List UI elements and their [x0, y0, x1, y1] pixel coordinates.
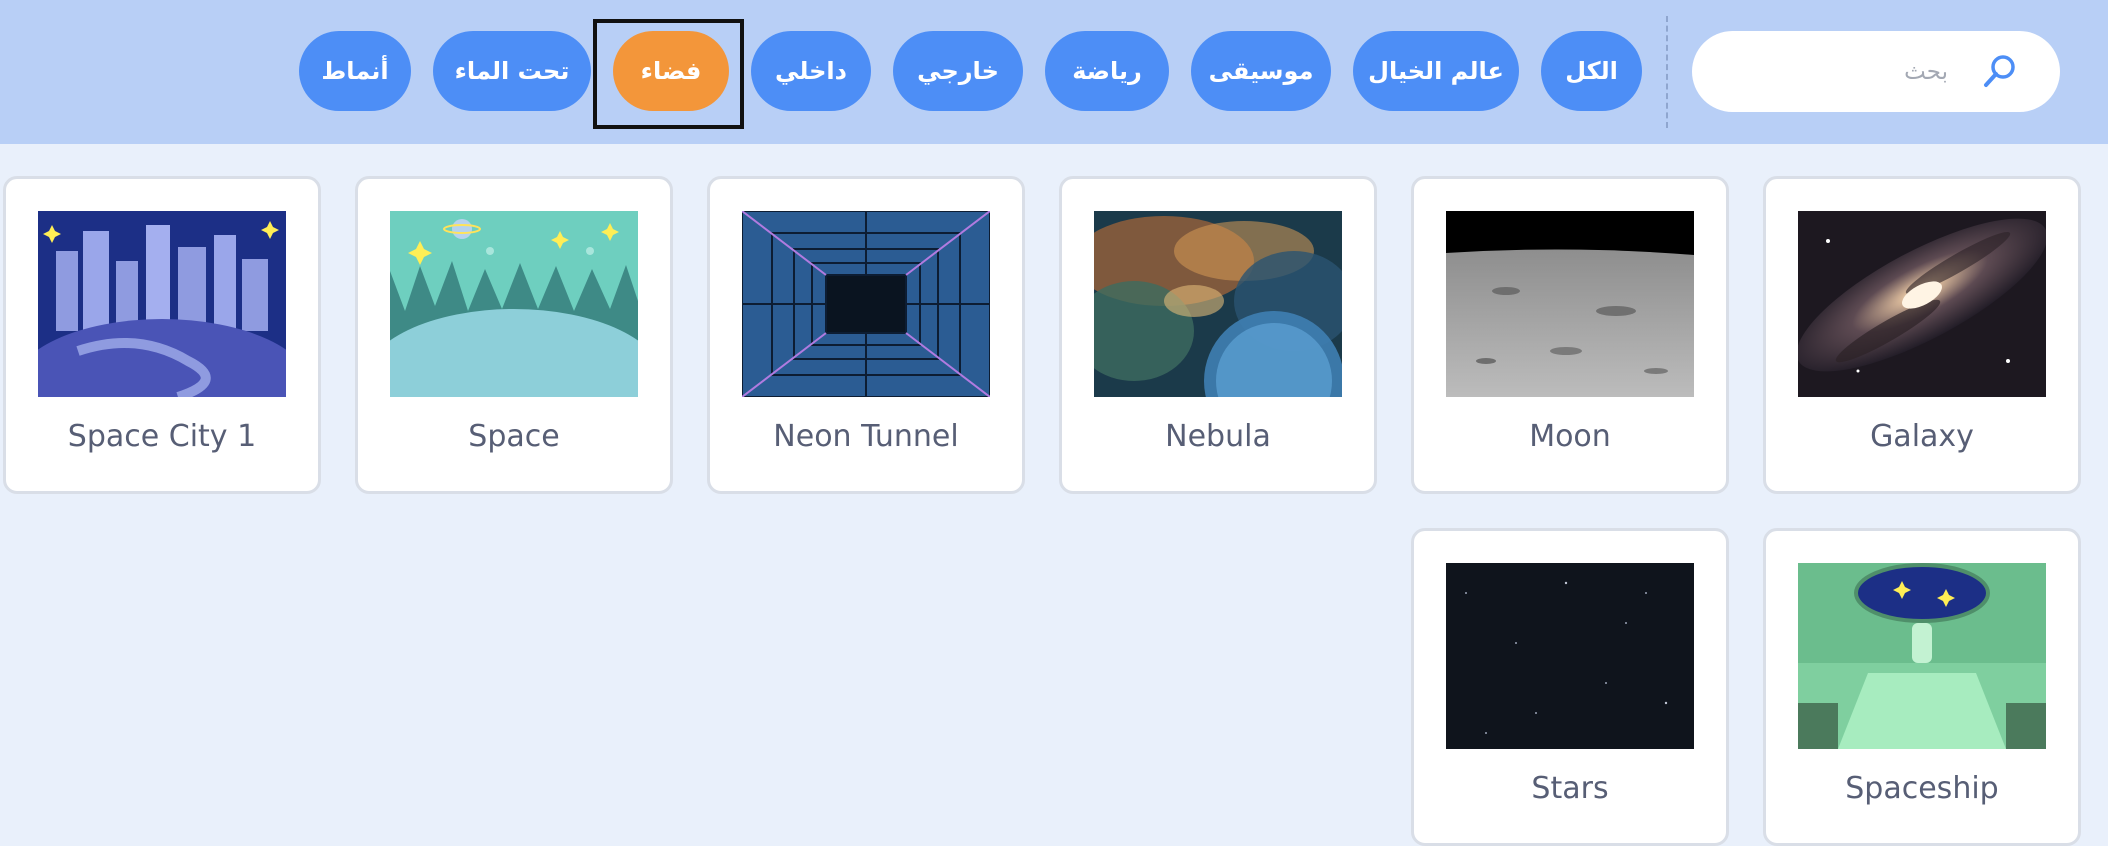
backdrop-name: Nebula: [1165, 419, 1271, 454]
backdrop-card-stars[interactable]: Stars: [1411, 528, 1729, 846]
backdrop-card-space[interactable]: Space: [355, 176, 673, 494]
category-sports-button[interactable]: رياضة: [1045, 31, 1169, 111]
search-input[interactable]: [1746, 49, 1950, 95]
backdrop-name: Neon Tunnel: [773, 419, 959, 454]
category-underwater-button[interactable]: تحت الماء: [433, 31, 591, 111]
nebula-thumbnail: [1094, 211, 1342, 397]
category-music-button[interactable]: موسيقى: [1191, 31, 1331, 111]
category-outdoors-button[interactable]: خارجي: [893, 31, 1023, 111]
toolbar-divider: [1666, 16, 1668, 128]
backdrop-card-spaceship[interactable]: Spaceship: [1763, 528, 2081, 846]
galaxy-thumbnail: [1798, 211, 2046, 397]
stars-thumbnail: [1446, 563, 1694, 749]
category-all-button[interactable]: الكل: [1541, 31, 1642, 111]
backdrop-name: Galaxy: [1870, 419, 1974, 454]
backdrop-name: Space: [468, 419, 560, 454]
backdrop-card-moon[interactable]: Moon: [1411, 176, 1729, 494]
backdrop-card-space-city-1[interactable]: Space City 1: [3, 176, 321, 494]
backdrop-name: Spaceship: [1845, 771, 1999, 806]
spaceship-thumbnail: [1798, 563, 2046, 749]
category-space-button[interactable]: فضاء: [613, 31, 729, 111]
search-icon: [1984, 55, 2015, 87]
neon-tunnel-thumbnail: [742, 211, 990, 397]
backdrop-card-neon-tunnel[interactable]: Neon Tunnel: [707, 176, 1025, 494]
search-box[interactable]: [1692, 31, 2060, 112]
backdrop-name: Stars: [1531, 771, 1609, 806]
category-fantasy-button[interactable]: عالم الخيال: [1353, 31, 1519, 111]
space-city-1-thumbnail: [38, 211, 286, 397]
category-indoors-button[interactable]: داخلي: [751, 31, 871, 111]
backdrop-name: Space City 1: [67, 419, 257, 454]
moon-thumbnail: [1446, 211, 1694, 397]
category-patterns-button[interactable]: أنماط: [299, 31, 411, 111]
category-toolbar: الكل عالم الخيال موسيقى رياضة خارجي داخل…: [0, 0, 2108, 144]
space-thumbnail: [390, 211, 638, 397]
backdrop-card-galaxy[interactable]: Galaxy: [1763, 176, 2081, 494]
backdrop-name: Moon: [1529, 419, 1611, 454]
backdrop-card-nebula[interactable]: Nebula: [1059, 176, 1377, 494]
